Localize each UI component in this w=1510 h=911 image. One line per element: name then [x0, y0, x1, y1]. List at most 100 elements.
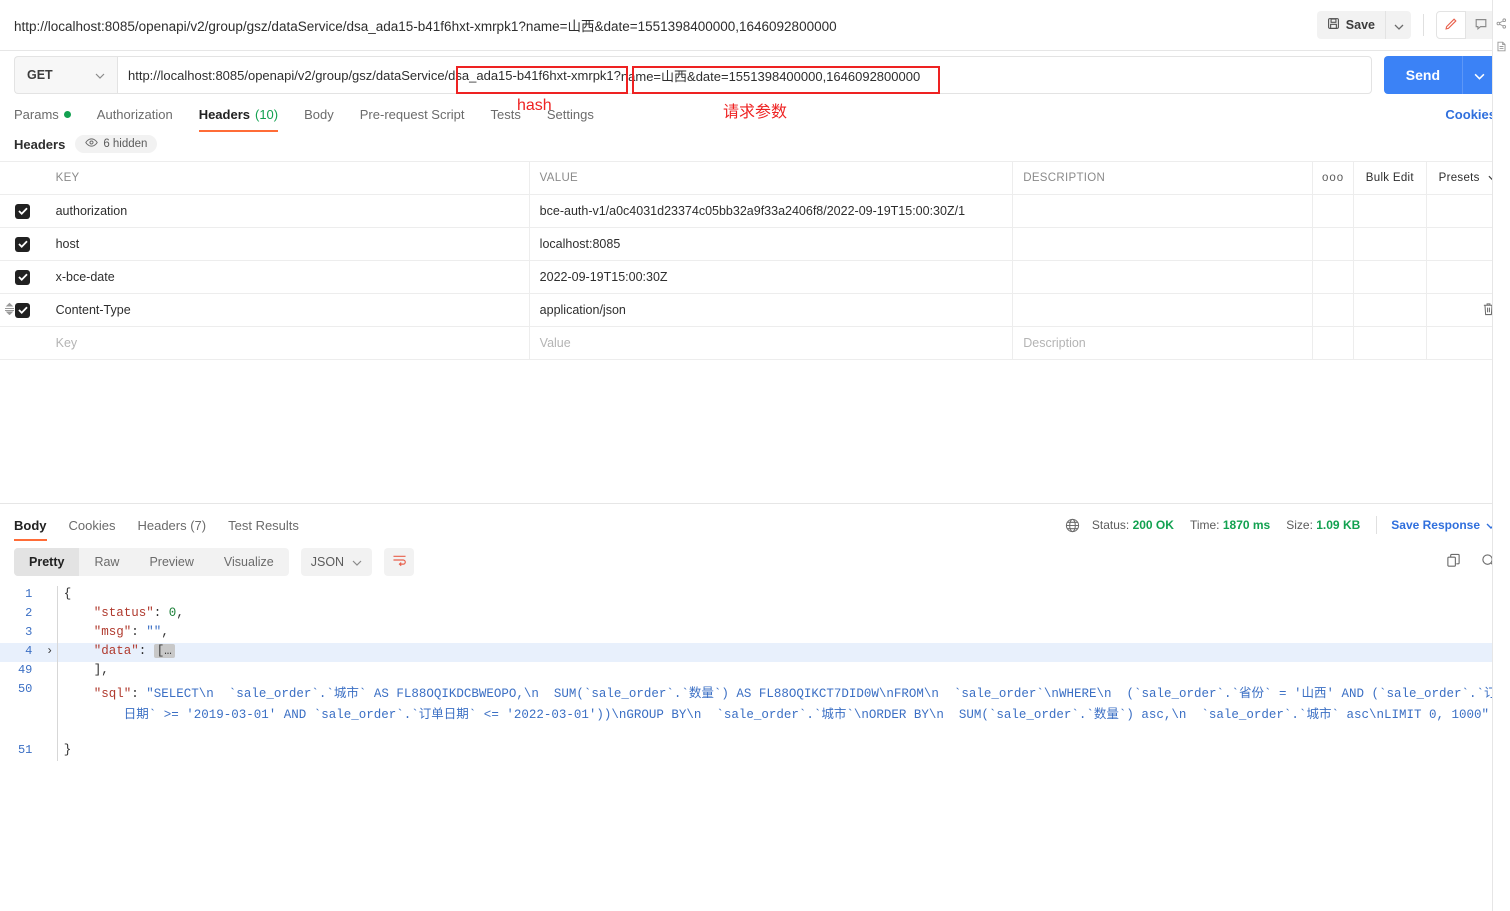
- tab-pre-request-script[interactable]: Pre-request Script: [360, 99, 465, 129]
- tab-url-text: http://localhost:8085/openapi/v2/group/g…: [14, 19, 837, 34]
- code-line-number: 3: [25, 625, 33, 639]
- hidden-headers-toggle[interactable]: 6 hidden: [75, 135, 158, 153]
- annotation-label-query: 请求参数: [723, 104, 788, 121]
- view-mode-visualize[interactable]: Visualize: [209, 548, 289, 576]
- send-dropdown-button[interactable]: [1462, 56, 1496, 94]
- code-line-number: 2: [25, 606, 33, 620]
- table-row[interactable]: authorization bce-auth-v1/a0c4031d23374c…: [0, 194, 1510, 228]
- response-view-toolbar: Pretty Raw Preview Visualize JSON: [0, 542, 1510, 586]
- header-value-cell[interactable]: application/json: [529, 293, 1014, 327]
- chevron-down-icon: [352, 555, 362, 569]
- new-header-value-input[interactable]: Value: [529, 326, 1014, 360]
- eye-icon: [85, 138, 99, 150]
- table-row-new[interactable]: Key Value Description: [0, 326, 1510, 360]
- view-mode-raw[interactable]: Raw: [79, 548, 134, 576]
- header-value-cell[interactable]: 2022-09-19T15:00:30Z: [529, 260, 1014, 294]
- globe-icon: [1065, 518, 1080, 533]
- new-row-spacer-bulk: [1353, 326, 1427, 360]
- header-key-cell[interactable]: x-bce-date: [45, 260, 530, 294]
- header-row-actions: [1312, 260, 1354, 294]
- header-col-key: KEY: [45, 161, 530, 195]
- request-url-input[interactable]: http://localhost:8085/openapi/v2/group/g…: [117, 56, 1372, 94]
- headers-section-title: Headers: [14, 136, 66, 152]
- table-row[interactable]: host localhost:8085: [0, 227, 1510, 261]
- annotation-label-hash: hash: [517, 97, 552, 114]
- header-enabled-checkbox[interactable]: [15, 236, 31, 252]
- tab-params[interactable]: Params: [14, 99, 71, 129]
- edit-request-button[interactable]: [1436, 11, 1466, 39]
- save-button[interactable]: Save: [1316, 11, 1385, 39]
- drag-handle-icon[interactable]: [4, 302, 15, 318]
- tab-body[interactable]: Body: [304, 99, 334, 129]
- response-tab-body[interactable]: Body: [14, 518, 47, 543]
- table-row[interactable]: x-bce-date 2022-09-19T15:00:30Z: [0, 260, 1510, 294]
- header-key-cell[interactable]: Content-Type: [45, 293, 530, 327]
- code-fold-toggle: [42, 624, 57, 643]
- header-key-cell[interactable]: host: [45, 227, 530, 261]
- word-wrap-button[interactable]: [384, 548, 415, 576]
- code-line-content: 日期` >= '2019-03-01' AND `sale_order`.`订单…: [56, 702, 1510, 723]
- code-token: 日期` >= '2019-03-01' AND `sale_order`.`订单…: [123, 708, 1489, 722]
- header-enabled-checkbox[interactable]: [15, 302, 31, 318]
- row-checkbox-cell: [0, 326, 46, 360]
- view-mode-preview[interactable]: Preview: [134, 548, 208, 576]
- code-line-content: "msg": "",: [56, 624, 1510, 643]
- header-row-actions: [1312, 227, 1354, 261]
- header-row-spacer-bulk: [1353, 194, 1427, 228]
- view-mode-pretty[interactable]: Pretty: [14, 548, 80, 576]
- tab-headers[interactable]: Headers (10): [198, 99, 279, 132]
- code-token: ,: [176, 606, 184, 620]
- header-description-cell[interactable]: [1012, 293, 1314, 327]
- document-icon[interactable]: [1493, 41, 1510, 52]
- response-tab-test-results[interactable]: Test Results: [228, 518, 299, 543]
- header-enabled-checkbox[interactable]: [15, 203, 31, 219]
- save-dropdown-button[interactable]: [1385, 11, 1411, 39]
- new-header-key-input[interactable]: Key: [45, 326, 530, 360]
- tab-authorization[interactable]: Authorization: [97, 99, 173, 129]
- tab-settings[interactable]: Settings: [547, 99, 594, 129]
- response-format-select[interactable]: JSON: [300, 548, 373, 576]
- send-button[interactable]: Send: [1383, 56, 1462, 94]
- code-line: 日期` >= '2019-03-01' AND `sale_order`.`订单…: [0, 702, 1510, 723]
- code-fold-toggle: [42, 681, 57, 702]
- header-value-cell[interactable]: bce-auth-v1/a0c4031d23374c05bb32a9f33a24…: [529, 194, 1014, 228]
- code-line-number: 1: [25, 587, 33, 601]
- code-token: ],: [93, 663, 109, 677]
- code-line-content: [56, 723, 1510, 742]
- save-response-button[interactable]: Save Response: [1391, 518, 1496, 532]
- code-fold-toggle[interactable]: ›: [42, 643, 58, 662]
- header-enabled-checkbox[interactable]: [15, 269, 31, 285]
- tab-pre-request-script-label: Pre-request Script: [359, 106, 465, 122]
- response-tab-cookies[interactable]: Cookies: [69, 518, 116, 543]
- copy-icon[interactable]: [1446, 553, 1461, 571]
- code-token: ,: [161, 625, 169, 639]
- tab-params-label: Params: [14, 106, 59, 122]
- code-line-number: [0, 702, 42, 723]
- chevron-down-icon: [95, 68, 105, 82]
- code-token: :: [153, 606, 169, 620]
- share-icon[interactable]: [1493, 18, 1510, 29]
- header-key-cell[interactable]: authorization: [45, 194, 530, 228]
- header-value-cell[interactable]: localhost:8085: [529, 227, 1014, 261]
- send-button-group: Send: [1383, 56, 1496, 94]
- new-header-description-input[interactable]: Description: [1012, 326, 1314, 360]
- header-description-cell[interactable]: [1012, 227, 1314, 261]
- response-view-right-actions: [1446, 553, 1496, 571]
- cookies-link[interactable]: Cookies: [1445, 107, 1496, 122]
- save-button-group: Save: [1316, 11, 1411, 39]
- table-row[interactable]: Content-Type application/json: [0, 293, 1510, 327]
- code-fold-toggle: [42, 742, 57, 761]
- header-more-options-button[interactable]: ooo: [1312, 161, 1354, 195]
- code-line-number: 4: [0, 643, 43, 662]
- code-token: "sql": [93, 687, 132, 701]
- header-description-cell[interactable]: [1012, 260, 1314, 294]
- header-description-cell[interactable]: [1012, 194, 1314, 228]
- response-body-code[interactable]: 1{2 "status": 0, 3 "msg": "", 4 › "data": […: [0, 586, 1510, 786]
- http-method-select[interactable]: GET: [14, 56, 117, 94]
- response-tab-headers[interactable]: Headers (7): [137, 518, 206, 543]
- code-line: [0, 723, 1510, 742]
- bulk-edit-button[interactable]: Bulk Edit: [1353, 161, 1427, 195]
